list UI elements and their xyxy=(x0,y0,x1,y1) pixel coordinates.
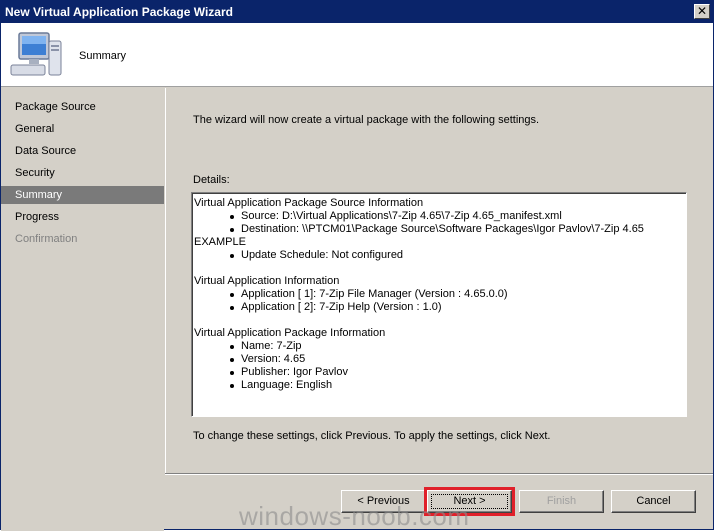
list-item-continuation: EXAMPLE xyxy=(194,236,246,248)
list-item: Application [ 1]: 7-Zip File Manager (Ve… xyxy=(194,288,686,301)
nav-item-progress[interactable]: Progress xyxy=(1,208,164,226)
watermark: windows-noob.com xyxy=(239,501,470,531)
instructions-text: To change these settings, click Previous… xyxy=(193,430,551,442)
list-item: Update Schedule: Not configured xyxy=(194,249,686,262)
nav-item-data-source[interactable]: Data Source xyxy=(1,142,164,160)
wizard-steps-nav: Package Source General Data Source Secur… xyxy=(1,88,164,531)
wizard-header: Summary xyxy=(1,23,713,87)
list-item: Language: English xyxy=(194,379,686,392)
computer-icon xyxy=(10,32,62,76)
section-title: Virtual Application Information xyxy=(194,275,340,287)
finish-button: Finish xyxy=(519,490,604,513)
list-item: Destination: \\PTCM01\Package Source\Sof… xyxy=(194,223,686,236)
wizard-window: New Virtual Application Package Wizard ✕… xyxy=(0,0,714,531)
nav-item-general[interactable]: General xyxy=(1,120,164,138)
list-item: Application [ 2]: 7-Zip Help (Version : … xyxy=(194,301,686,314)
details-textbox[interactable]: Virtual Application Package Source Infor… xyxy=(191,192,687,417)
close-icon[interactable]: ✕ xyxy=(694,4,710,19)
title-bar: New Virtual Application Package Wizard ✕ xyxy=(1,1,713,23)
nav-item-package-source[interactable]: Package Source xyxy=(1,98,164,116)
intro-text: The wizard will now create a virtual pac… xyxy=(193,114,540,126)
nav-item-security[interactable]: Security xyxy=(1,164,164,182)
summary-panel: The wizard will now create a virtual pac… xyxy=(165,88,713,473)
nav-item-confirmation: Confirmation xyxy=(15,233,78,245)
page-title: Summary xyxy=(79,50,127,62)
section-title: Virtual Application Package Information xyxy=(194,327,386,339)
list-item: Name: 7-Zip xyxy=(194,340,686,353)
list-item: Publisher: Igor Pavlov xyxy=(194,366,686,379)
window-title: New Virtual Application Package Wizard xyxy=(5,5,233,19)
nav-item-summary[interactable]: Summary xyxy=(1,186,164,204)
section-title: Virtual Application Package Source Infor… xyxy=(194,197,424,209)
list-item: Version: 4.65 xyxy=(194,353,686,366)
details-label: Details: xyxy=(193,174,230,186)
list-item: Source: D:\Virtual Applications\7-Zip 4.… xyxy=(194,210,686,223)
cancel-button[interactable]: Cancel xyxy=(611,490,696,513)
